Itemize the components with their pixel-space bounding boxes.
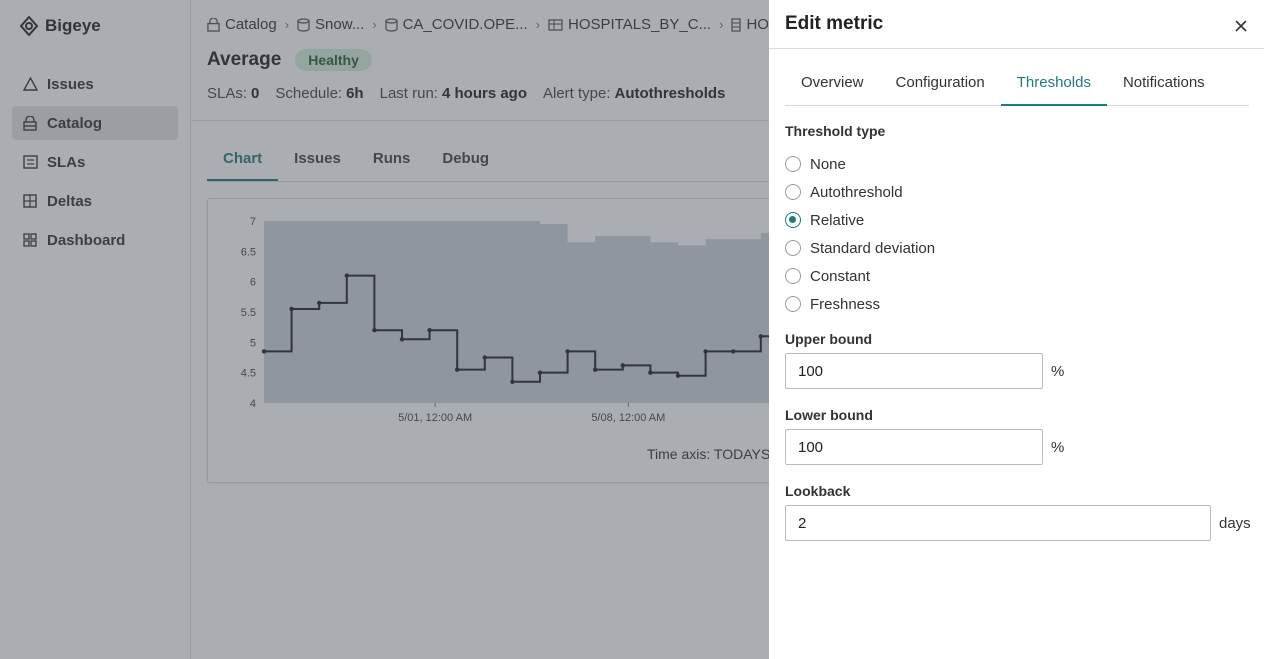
threshold-option-relative[interactable]: Relative [785,206,935,234]
drawer-title: Edit metric [785,13,884,34]
radio-constant[interactable] [785,268,801,284]
lower-bound-section: Lower bound % [785,407,1064,465]
lower-bound-row: % [785,429,1064,465]
tab-notifications[interactable]: Notifications [1107,60,1221,106]
radio-standard-deviation[interactable] [785,240,801,256]
tab-overview[interactable]: Overview [785,60,880,106]
radio-freshness[interactable] [785,296,801,312]
radio-relative[interactable] [785,212,801,228]
drawer-header: Edit metric [769,0,1264,49]
lookback-row: days [785,505,1251,541]
radio-autothreshold[interactable] [785,184,801,200]
lookback-label: Lookback [785,483,851,499]
threshold-option-standard-deviation[interactable]: Standard deviation [785,234,935,262]
tab-thresholds[interactable]: Thresholds [1000,60,1107,106]
lower-bound-input[interactable] [785,429,1043,465]
lookback-section: Lookback days [785,483,1251,541]
threshold-type-label: Threshold type [785,123,886,139]
threshold-type-radio-group: None Autothreshold Relative Standard dev… [785,150,935,318]
threshold-option-constant[interactable]: Constant [785,262,935,290]
threshold-option-none[interactable]: None [785,150,935,178]
lookback-input[interactable] [785,505,1211,541]
upper-bound-section: Upper bound % [785,331,1064,389]
tab-configuration[interactable]: Configuration [880,60,1001,106]
upper-bound-input[interactable] [785,353,1043,389]
lower-bound-unit: % [1051,438,1065,456]
lower-bound-label: Lower bound [785,407,873,423]
threshold-option-autothreshold[interactable]: Autothreshold [785,178,935,206]
threshold-type-section: Threshold type None Autothreshold Relati… [785,123,935,318]
drawer-tabs: Overview Configuration Thresholds Notifi… [785,60,1249,106]
radio-none[interactable] [785,156,801,172]
upper-bound-label: Upper bound [785,331,873,347]
threshold-option-freshness[interactable]: Freshness [785,290,935,318]
close-icon[interactable] [1234,19,1248,33]
upper-bound-unit: % [1051,362,1065,380]
edit-metric-drawer: Edit metric Overview Configuration Thres… [769,0,1264,659]
upper-bound-row: % [785,353,1064,389]
lookback-unit: days [1219,514,1251,532]
